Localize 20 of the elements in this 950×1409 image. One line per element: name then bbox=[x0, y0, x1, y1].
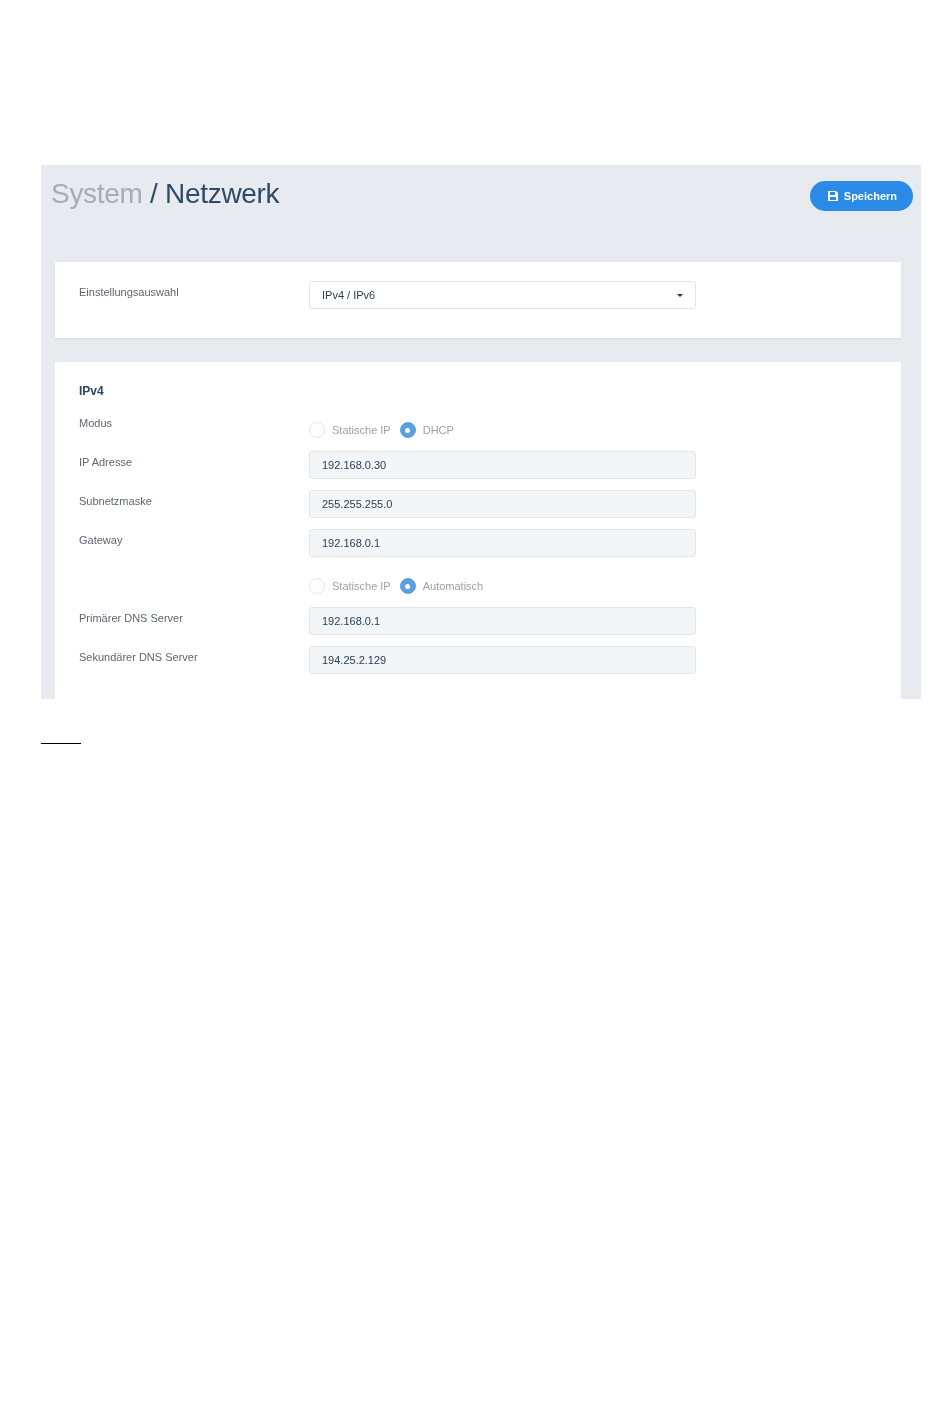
text-field[interactable]: 192.168.0.1 bbox=[309, 529, 696, 557]
field-label: Sekundärer DNS Server bbox=[79, 650, 199, 663]
radio-button[interactable] bbox=[399, 422, 416, 438]
text-field[interactable]: 192.168.0.30 bbox=[309, 451, 696, 479]
field-label: IP Adresse bbox=[79, 455, 133, 468]
field-label: Primärer DNS Server bbox=[79, 611, 184, 624]
save-icon bbox=[827, 191, 838, 201]
field-label: Gateway bbox=[79, 533, 124, 546]
section-heading: IPv4 bbox=[79, 384, 105, 398]
settings-dropdown[interactable]: IPv4 / IPv6 bbox=[309, 281, 696, 309]
text-field[interactable]: 255.255.255.0 bbox=[309, 490, 696, 518]
radio-button[interactable] bbox=[399, 578, 416, 594]
save-button[interactable]: Speichern bbox=[809, 181, 913, 211]
text-field[interactable]: 192.168.0.1 bbox=[309, 607, 696, 635]
field-label: Subnetzmaske bbox=[79, 494, 153, 507]
field-label: Modus bbox=[79, 416, 114, 429]
caret-icon bbox=[677, 293, 683, 297]
text-field[interactable]: 194.25.2.129 bbox=[309, 646, 696, 674]
page-title: / Netzwerk bbox=[150, 178, 280, 209]
field-label: Einstellungsauswahl bbox=[79, 285, 180, 298]
